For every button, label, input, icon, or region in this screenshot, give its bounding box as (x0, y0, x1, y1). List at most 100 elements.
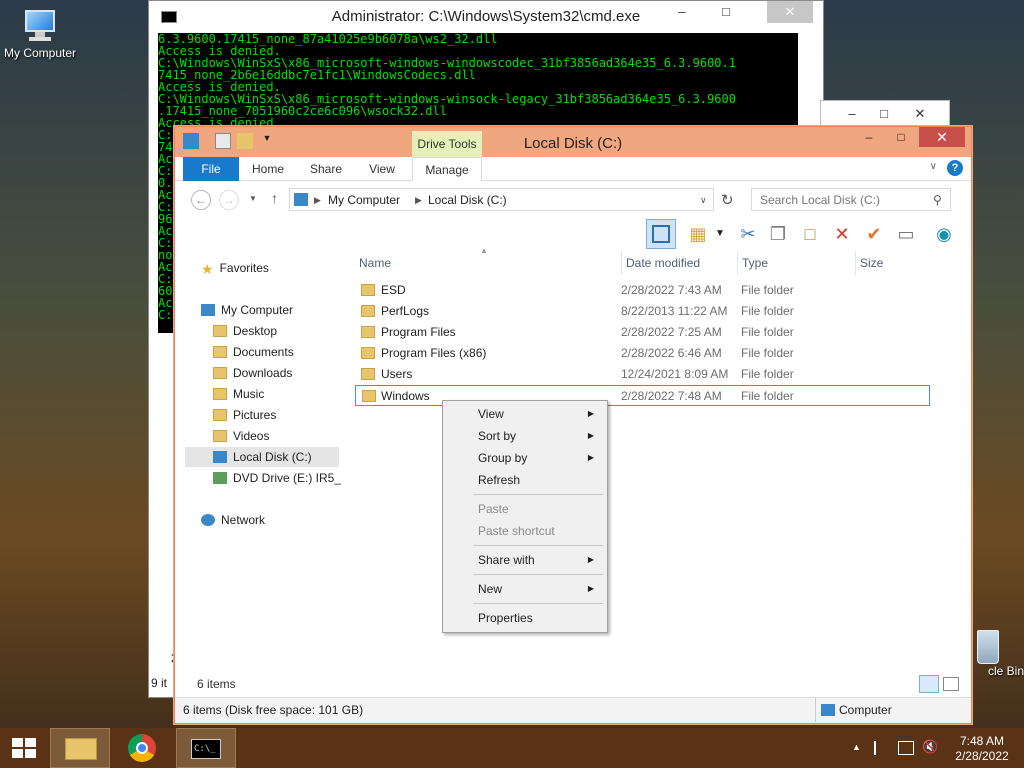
menu-item-share-with[interactable]: Share with ▶ (446, 549, 604, 571)
nav-downloads[interactable]: Downloads (213, 363, 292, 383)
recent-locations-icon[interactable]: ▼ (249, 194, 257, 203)
tab-file[interactable]: File (183, 157, 239, 181)
address-bar[interactable]: ▶ My Computer ▶ Local Disk (C:) ∨ (289, 188, 714, 211)
explorer-titlebar[interactable]: ▼ Drive Tools Local Disk (C:) – □ ✕ (175, 127, 971, 157)
file-name: PerfLogs (381, 304, 430, 318)
maximize-button[interactable]: □ (869, 103, 899, 125)
show-hidden-icons[interactable]: ▲ (852, 742, 861, 752)
shell-icon[interactable]: ◉ (931, 221, 957, 247)
file-row[interactable]: Users 12/24/2021 8:09 AM File folder (355, 364, 930, 385)
nav-label: Videos (233, 429, 270, 443)
tab-share[interactable]: Share (303, 157, 349, 181)
nav-my-computer[interactable]: My Computer (201, 300, 293, 320)
computer-icon (821, 704, 835, 716)
details-view-icon[interactable] (919, 675, 939, 693)
nav-desktop[interactable]: Desktop (213, 321, 277, 341)
file-row[interactable]: ESD 2/28/2022 7:43 AM File folder (355, 280, 930, 301)
nav-local-disk[interactable]: Local Disk (C:) (185, 447, 339, 467)
maximize-button[interactable]: □ (711, 1, 741, 23)
menu-item-group-by[interactable]: Group by ▶ (446, 447, 604, 469)
column-header-date[interactable]: Date modified (621, 251, 700, 275)
nav-favorites[interactable]: ★ Favorites (201, 258, 269, 278)
nav-documents[interactable]: Documents (213, 342, 294, 362)
help-icon[interactable]: ? (947, 160, 963, 176)
taskbar-cmd[interactable]: C:\_ (176, 728, 236, 768)
column-header-size[interactable]: Size (855, 251, 935, 275)
file-row[interactable]: Program Files 2/28/2022 7:25 AM File folde… (355, 322, 930, 343)
nav-pictures[interactable]: Pictures (213, 405, 276, 425)
action-center-flag-icon[interactable] (874, 741, 890, 755)
chevron-right-icon: ▶ (587, 555, 594, 564)
network-status-icon[interactable] (898, 741, 914, 755)
chevron-down-icon[interactable]: ▼ (713, 221, 727, 247)
menu-item-paste-shortcut[interactable]: Paste shortcut (446, 520, 604, 542)
volume-muted-icon[interactable]: 🔇 (922, 739, 938, 755)
refresh-icon[interactable]: ↻ (721, 191, 734, 209)
maximize-button[interactable]: □ (887, 127, 915, 147)
desktop-icon-my-computer[interactable]: My Computer (0, 10, 80, 60)
file-date: 2/28/2022 7:48 AM (621, 389, 722, 403)
start-button[interactable] (0, 728, 48, 768)
preview-pane-icon[interactable] (646, 219, 676, 249)
file-date: 2/28/2022 7:43 AM (621, 283, 722, 297)
tab-manage[interactable]: Manage (412, 157, 482, 181)
clock-time: 7:48 AM (959, 734, 1005, 748)
checkmark-icon[interactable]: ✔ (861, 221, 887, 247)
cmd-titlebar[interactable]: Administrator: C:\Windows\System32\cmd.e… (149, 1, 823, 33)
minimize-button[interactable]: – (837, 103, 867, 125)
tab-home[interactable]: Home (245, 157, 291, 181)
minimize-button[interactable]: – (855, 127, 883, 147)
column-header-name[interactable]: Name (359, 251, 391, 275)
folder-icon (213, 346, 227, 358)
taskbar-chrome[interactable] (114, 728, 174, 768)
close-button[interactable]: ✕ (767, 1, 813, 23)
chevron-down-icon[interactable]: ∨ (930, 161, 937, 172)
nav-music[interactable]: Music (213, 384, 264, 404)
background-window-titlebar[interactable]: – □ ✕ (820, 100, 950, 126)
folder-options-icon[interactable]: ▦ (685, 221, 711, 247)
nav-network[interactable]: Network (201, 510, 265, 530)
search-icon[interactable]: ⚲ (933, 193, 942, 207)
file-row[interactable]: PerfLogs 8/22/2013 11:22 AM File folder (355, 301, 930, 322)
folder-icon (361, 368, 375, 380)
menu-item-view[interactable]: View ▶ (446, 403, 604, 425)
nav-label: Pictures (233, 408, 277, 422)
large-icons-view-icon[interactable] (943, 677, 959, 691)
menu-item-properties[interactable]: Properties (446, 607, 604, 629)
windows-logo-icon (12, 738, 36, 758)
delete-icon[interactable]: ✕ (829, 221, 855, 247)
nav-label: Desktop (233, 324, 278, 338)
back-button[interactable]: ← (191, 190, 211, 210)
breadcrumb-my-computer[interactable]: My Computer (328, 193, 400, 207)
minimize-button[interactable]: – (667, 1, 697, 23)
search-input[interactable]: Search Local Disk (C:) (751, 188, 951, 211)
menu-item-sort-by[interactable]: Sort by ▶ (446, 425, 604, 447)
cmd-icon: C:\_ (191, 739, 221, 759)
item-count: 6 items (197, 677, 236, 691)
close-button[interactable]: ✕ (919, 127, 965, 147)
nav-videos[interactable]: Videos (213, 426, 269, 446)
close-button[interactable]: ✕ (905, 103, 935, 125)
up-button[interactable]: ↑ (271, 190, 278, 206)
chevron-down-icon[interactable]: ∨ (700, 195, 707, 206)
taskbar-file-explorer[interactable] (50, 728, 110, 768)
menu-label: Share with (478, 553, 535, 567)
menu-label: Sort by (478, 429, 517, 443)
cut-icon[interactable]: ✂ (735, 221, 761, 247)
menu-item-new[interactable]: New ▶ (446, 578, 604, 600)
file-type: File folder (741, 367, 794, 381)
paste-icon[interactable]: □ (797, 221, 823, 247)
menu-item-refresh[interactable]: Refresh (446, 469, 604, 491)
copy-icon[interactable]: ❐ (765, 221, 791, 247)
clock[interactable]: 7:48 AM 2/28/2022 (952, 734, 1012, 764)
breadcrumb-local-disk[interactable]: Local Disk (C:) (428, 193, 507, 207)
nav-dvd-drive[interactable]: DVD Drive (E:) IR5_C (213, 468, 341, 488)
menu-item-paste[interactable]: Paste (446, 498, 604, 520)
tab-view[interactable]: View (359, 157, 405, 181)
column-header-type[interactable]: Type (737, 251, 768, 275)
status-bar: 6 items (Disk free space: 101 GB) Comput… (175, 697, 971, 723)
file-row[interactable]: Program Files (x86) 2/28/2022 6:46 AM File… (355, 343, 930, 364)
forward-button[interactable]: → (219, 190, 239, 210)
menu-label: New (478, 582, 503, 596)
rename-icon[interactable]: ▭ (893, 221, 919, 247)
